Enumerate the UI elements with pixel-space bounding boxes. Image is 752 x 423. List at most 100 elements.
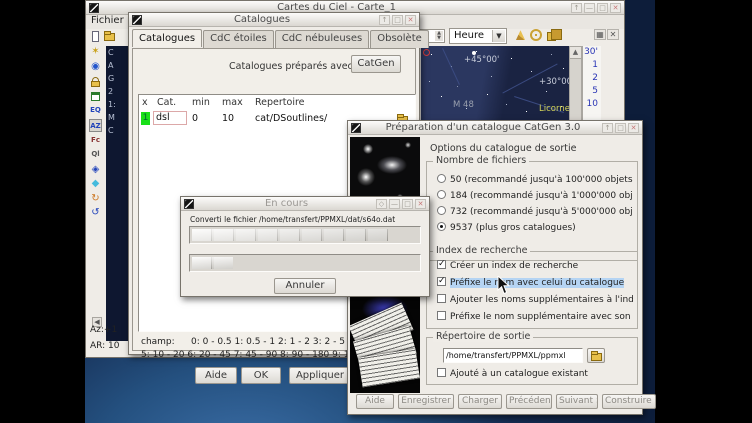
shade-button[interactable]: ◇ bbox=[376, 199, 387, 209]
minimize-button[interactable]: — bbox=[389, 199, 400, 209]
col-header-max: max bbox=[222, 97, 243, 108]
tab-cdc-etoiles[interactable]: CdC étoiles bbox=[203, 30, 274, 48]
fov-button[interactable]: 10 bbox=[583, 98, 601, 111]
apply-button[interactable]: Appliquer bbox=[289, 367, 351, 384]
chart-vertical-scrollbar[interactable]: ▲ bbox=[569, 46, 582, 121]
constellation-label: Licorne bbox=[539, 104, 569, 114]
calendar-glyph bbox=[91, 92, 100, 101]
app-logo-icon bbox=[132, 15, 142, 25]
checkbox-icon bbox=[437, 260, 446, 269]
catalogue-name-field[interactable]: dsl bbox=[153, 111, 187, 125]
tab-catalogues[interactable]: Catalogues bbox=[132, 29, 202, 47]
ok-button[interactable]: OK bbox=[241, 367, 281, 384]
suivant-button[interactable]: Suivant > bbox=[556, 394, 598, 409]
cancel-button[interactable]: Annuler bbox=[274, 278, 336, 294]
app-logo-icon bbox=[184, 199, 194, 209]
fov-button[interactable]: 1 bbox=[583, 59, 601, 72]
pointer-tool-icon[interactable] bbox=[514, 29, 527, 42]
output-path-input[interactable] bbox=[443, 348, 583, 363]
maximize-button[interactable]: □ bbox=[615, 123, 626, 133]
check-add-extra-names[interactable]: Ajouter les noms supplémentaires à l'ind… bbox=[437, 294, 633, 308]
rotate-ccw-icon[interactable]: ↺ bbox=[89, 206, 102, 219]
lock-icon[interactable] bbox=[89, 75, 102, 88]
row-max-value[interactable]: 10 bbox=[222, 113, 234, 124]
construire-button[interactable]: Construire le bbox=[602, 394, 656, 409]
charger-button[interactable]: Charger bbox=[458, 394, 502, 409]
planet-icon[interactable]: ◉ bbox=[89, 60, 102, 73]
check-create-index[interactable]: Créer un index de recherche bbox=[437, 260, 633, 274]
rotate-cw-icon[interactable]: ↻ bbox=[89, 192, 102, 205]
night-mode-icon[interactable]: ✶ bbox=[89, 45, 102, 58]
equatorial-mode-button[interactable]: EQ bbox=[89, 104, 102, 117]
grid-line bbox=[442, 48, 460, 85]
fov-button[interactable]: 2 bbox=[583, 72, 601, 85]
sliver-letter: G bbox=[106, 72, 129, 85]
maximize-button[interactable]: □ bbox=[402, 199, 413, 209]
close-button[interactable]: ✕ bbox=[405, 15, 416, 25]
shade-button[interactable]: ↑ bbox=[602, 123, 613, 133]
catalog-paper-thumbnail bbox=[350, 299, 420, 393]
radio-icon bbox=[437, 174, 446, 183]
index-groupbox: Index de recherche Créer un index de rec… bbox=[426, 251, 638, 329]
close-button[interactable]: ✕ bbox=[628, 123, 639, 133]
catgen-titlebar: Préparation d'un catalogue CatGen 3.0 ↑ … bbox=[348, 121, 642, 135]
crosshair-tool-icon[interactable] bbox=[530, 29, 542, 41]
precedent-button[interactable]: Précédent bbox=[506, 394, 552, 409]
dec-label-45: +45°00' bbox=[464, 55, 499, 65]
fov-button[interactable]: 30' bbox=[583, 46, 601, 59]
new-document-icon[interactable] bbox=[89, 30, 102, 43]
close-button[interactable]: ✕ bbox=[415, 199, 426, 209]
progress-bar-1-fill bbox=[192, 229, 388, 241]
prepared-with-label: Catalogues préparés avec bbox=[229, 61, 353, 72]
check-prefix-extra-label[interactable]: Préfixe le nom supplémentaire avec son l… bbox=[437, 311, 633, 325]
time-unit-combo[interactable]: Heure▼ bbox=[449, 28, 507, 44]
scroll-up-icon[interactable]: ▲ bbox=[570, 47, 581, 59]
close-button[interactable]: ✕ bbox=[610, 3, 621, 13]
catgen-button[interactable]: CatGen bbox=[351, 55, 401, 73]
enregistrer-button[interactable]: Enregistrer bbox=[398, 394, 454, 409]
tab-obsolete[interactable]: Obsolète bbox=[370, 30, 429, 48]
col-header-cat: Cat. bbox=[157, 97, 176, 108]
aide-button[interactable]: Aide bbox=[195, 367, 237, 384]
aide-button[interactable]: Aide bbox=[356, 394, 394, 409]
row-repertoire-value[interactable]: cat/DSoutlines/ bbox=[255, 113, 327, 124]
maximize-button[interactable]: □ bbox=[392, 15, 403, 25]
shade-button[interactable]: ↑ bbox=[571, 3, 582, 13]
progress-bar-1 bbox=[189, 226, 421, 244]
check-append-existing[interactable]: Ajouté à un catalogue existant bbox=[437, 368, 633, 382]
shade-button[interactable]: ↑ bbox=[379, 15, 390, 25]
radio-184[interactable]: 184 (recommandé jusqu'à 1'000'000 obje bbox=[437, 190, 633, 204]
open-folder-icon[interactable] bbox=[103, 30, 116, 43]
fov-button[interactable]: 5 bbox=[583, 85, 601, 98]
field-center-button[interactable]: Fc bbox=[89, 134, 102, 147]
radio-50[interactable]: 50 (recommandé jusqu'à 100'000 objets bbox=[437, 174, 633, 188]
move-east-icon[interactable]: ◆ bbox=[89, 177, 102, 190]
calendar-icon[interactable] bbox=[89, 90, 102, 103]
radio-732[interactable]: 732 (recommandé jusqu'à 5'000'000 obje bbox=[437, 206, 633, 220]
azimuthal-mode-button[interactable]: AZ bbox=[89, 119, 102, 132]
sky-chart[interactable]: +45°00' +30°00' M 48 Licorne bbox=[421, 46, 569, 121]
chevron-down-icon[interactable]: ▼ bbox=[492, 30, 505, 42]
app-logo-icon bbox=[351, 123, 361, 133]
maximize-button[interactable]: □ bbox=[597, 3, 608, 13]
row-active-cell[interactable]: 1 bbox=[141, 112, 150, 125]
minimize-button[interactable]: — bbox=[584, 3, 595, 13]
progress-title: En cours bbox=[197, 198, 376, 209]
chart-tool-icon[interactable] bbox=[547, 32, 556, 41]
object-list-button[interactable]: Ql bbox=[89, 148, 102, 161]
move-west-icon[interactable]: ◈ bbox=[89, 163, 102, 176]
tab-cdc-nebuleuses[interactable]: CdC nébuleuses bbox=[275, 30, 370, 48]
check-prefix-name[interactable]: Préfixe le nom avec celui du catalogue bbox=[437, 277, 633, 291]
dock-panel-icon[interactable]: ▦ bbox=[594, 29, 606, 40]
browse-output-folder-button[interactable] bbox=[587, 348, 605, 363]
catalogues-titlebar: Catalogues ↑ □ ✕ bbox=[129, 13, 419, 27]
app-logo-icon bbox=[89, 3, 99, 13]
close-panel-icon[interactable]: ✕ bbox=[607, 29, 619, 40]
row-min-value[interactable]: 0 bbox=[192, 113, 198, 124]
spin-down-icon[interactable]: ▼ bbox=[435, 36, 443, 41]
radio-9537[interactable]: 9537 (plus gros catalogues) bbox=[437, 222, 633, 236]
menu-fichier[interactable]: Fichier bbox=[91, 15, 124, 26]
sliver-letter: A bbox=[106, 59, 129, 72]
files-group-legend: Nombre de fichiers bbox=[433, 155, 529, 166]
lock-body bbox=[91, 81, 100, 87]
